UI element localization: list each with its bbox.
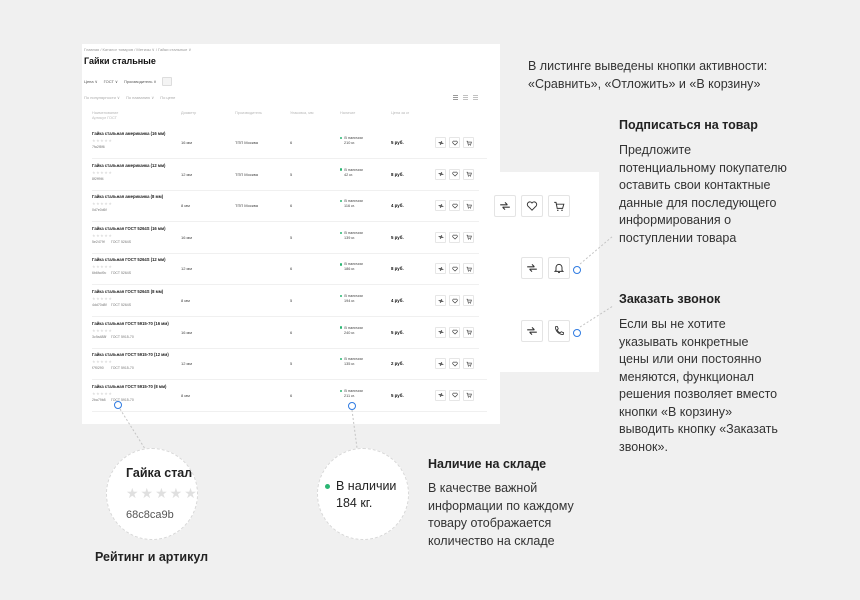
in-stock-dot (325, 484, 330, 489)
connector-stock (351, 409, 358, 449)
connector-subscribe (579, 235, 614, 265)
call-text: Если вы не хотите указывать конкретные ц… (619, 317, 778, 454)
zoom-product-name: Гайка стал (126, 466, 193, 480)
zoom-stock-qty: 184 кг. (336, 496, 373, 510)
zoom-rating-stars: ★★★★★ (126, 485, 198, 501)
connector-rating (119, 408, 148, 453)
rating-zoom-callout: Гайка стал ★★★★★ 68c8ca9b (106, 448, 198, 540)
subscribe-text: Предложите потенциальному покупателю ост… (619, 143, 787, 245)
connector-call (579, 305, 614, 328)
subscribe-title: Подписаться на товар (619, 118, 758, 132)
rating-title: Рейтинг и артикул (95, 550, 209, 564)
stock-title: Наличие на складе (428, 457, 547, 471)
intro-note: В листинге выведены кнопки активности: «… (528, 59, 768, 91)
zoom-sku: 68c8ca9b (126, 509, 174, 521)
call-title: Заказать звонок (619, 292, 721, 306)
stock-zoom-callout: В наличии 184 кг. (317, 448, 409, 540)
zoom-stock-label: В наличии (336, 479, 397, 493)
stock-text: В качестве важной информации по каждому … (428, 481, 574, 548)
